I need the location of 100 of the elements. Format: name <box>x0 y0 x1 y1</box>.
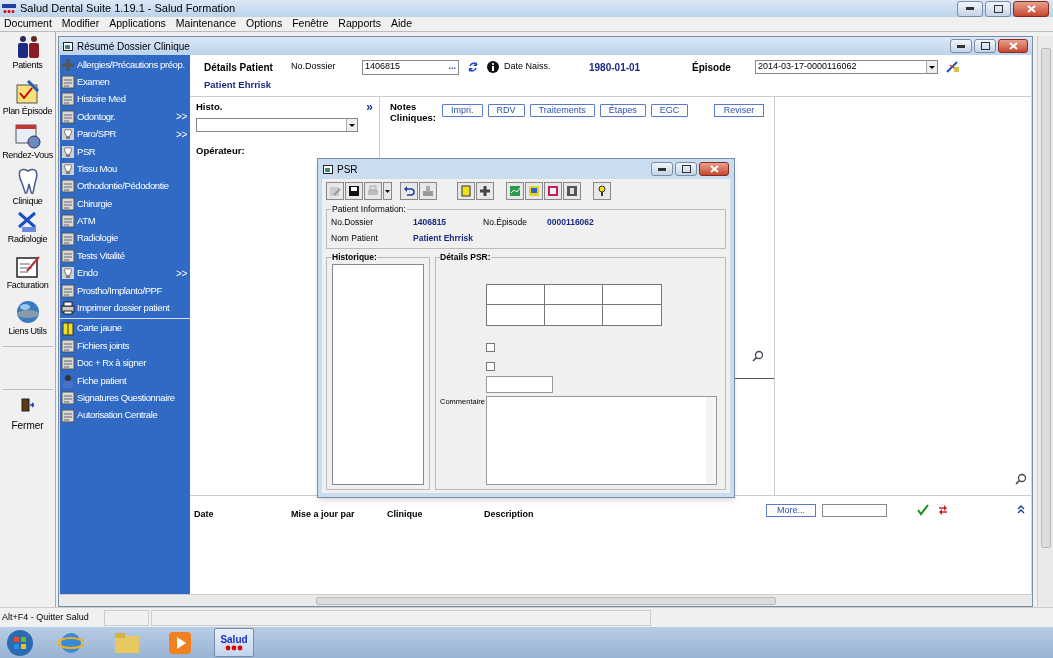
caret-icon <box>385 189 390 193</box>
checkbox[interactable] <box>486 361 495 371</box>
scan-button[interactable] <box>563 182 581 200</box>
sidebar-item[interactable]: Odontogr. >> <box>60 108 190 126</box>
input-field[interactable] <box>486 375 553 393</box>
vertical-scrollbar[interactable] <box>1037 36 1053 607</box>
birth-date-label: Date Naiss. <box>504 60 552 74</box>
close-button[interactable] <box>998 39 1028 53</box>
minimize-button[interactable] <box>950 39 972 53</box>
sidebar-item[interactable]: Tissu Mou <box>60 160 190 178</box>
sidebar-item[interactable]: ATM <box>60 212 190 230</box>
menu-item[interactable]: Options <box>245 16 283 32</box>
sidebar-item[interactable]: Radiologie <box>60 229 190 248</box>
tool-button[interactable]: Facturation <box>0 254 56 298</box>
sidebar-item[interactable]: Chirurgie <box>60 195 190 213</box>
taskbar-app-button[interactable]: Salud <box>214 628 254 657</box>
menu-item[interactable]: Applications <box>109 16 166 32</box>
sidebar-item[interactable]: Histoire Med <box>60 90 190 109</box>
sidebar-item[interactable]: Allergies/Précautions préop. <box>60 56 190 74</box>
notes-button[interactable]: RDV <box>487 104 525 117</box>
filter-field[interactable] <box>822 504 887 517</box>
menu-item[interactable]: Fenêtre <box>292 16 329 32</box>
tool-icon[interactable] <box>946 61 960 73</box>
score-field[interactable] <box>487 284 545 305</box>
score-field[interactable] <box>545 304 603 325</box>
sidebar-item[interactable]: Examen <box>60 73 190 91</box>
sidebar-item[interactable]: Doc + Rx à signer <box>60 354 190 373</box>
tool-button[interactable]: Radiologie <box>0 210 56 254</box>
more-button[interactable]: More... <box>766 504 816 517</box>
comment-field[interactable] <box>486 395 717 485</box>
revise-button[interactable]: Reviser <box>714 104 764 117</box>
report-button[interactable] <box>544 182 562 200</box>
tool-button[interactable]: Patients <box>0 34 56 78</box>
sidebar-item[interactable]: Carte jaune <box>60 319 190 338</box>
chart-button[interactable] <box>506 182 524 200</box>
image-button[interactable] <box>525 182 543 200</box>
sidebar-item[interactable]: Paro/SPR >> <box>60 125 190 143</box>
refresh-icon[interactable] <box>468 61 478 73</box>
score-field[interactable] <box>487 304 545 325</box>
menu-item[interactable]: Rapports <box>338 16 381 32</box>
print-options-button[interactable] <box>383 182 392 200</box>
sidebar-item[interactable]: Endo >> <box>60 264 190 283</box>
horizontal-scrollbar[interactable] <box>59 594 1032 606</box>
search-icon[interactable] <box>1015 473 1027 485</box>
start-icon[interactable] <box>6 628 34 657</box>
sidebar-item[interactable]: Autorisation Centrale <box>60 406 190 425</box>
close-button[interactable] <box>1013 0 1049 17</box>
episode-dropdown[interactable]: 2014-03-17-0000116062 <box>755 60 938 74</box>
info-icon[interactable] <box>487 61 499 73</box>
restore-button[interactable] <box>985 0 1011 17</box>
sidebar-item[interactable]: Tests Vitalité <box>60 247 190 265</box>
media-player-icon[interactable] <box>168 630 192 655</box>
document-icon <box>61 356 75 371</box>
search-icon[interactable] <box>752 350 764 362</box>
checkbox[interactable] <box>486 342 495 352</box>
menu-item[interactable]: Aide <box>390 16 412 32</box>
menu-item[interactable]: Modifier <box>61 16 100 32</box>
sidebar-item[interactable]: Fiche patient <box>60 372 190 390</box>
tool-button[interactable]: Rendez-Vous <box>0 122 56 166</box>
field-label: No.Épisode <box>483 215 528 229</box>
score-field[interactable] <box>603 304 661 325</box>
score-field[interactable] <box>545 284 603 305</box>
sidebar-item[interactable]: Fichiers joints <box>60 337 190 355</box>
help-button[interactable] <box>593 182 611 200</box>
group-label: Patient Information: <box>331 203 407 216</box>
close-button[interactable] <box>699 162 729 176</box>
close-tool-button[interactable]: Fermer <box>11 398 44 433</box>
sidebar-item[interactable]: Signatures Questionnaire <box>60 389 190 407</box>
sidebar-item[interactable]: Imprimer dossier patient <box>60 299 190 317</box>
restore-button[interactable] <box>974 39 996 53</box>
history-list[interactable] <box>332 263 424 485</box>
comment-scrollbar[interactable] <box>706 396 716 484</box>
notes-button[interactable]: Étapes <box>599 104 646 117</box>
undo-button[interactable] <box>400 182 418 200</box>
tool-button[interactable]: Plan Épisode <box>0 78 56 122</box>
tool-button[interactable]: Clinique <box>0 166 56 210</box>
browse-button[interactable]: ... <box>448 60 456 74</box>
minimize-button[interactable] <box>957 0 983 17</box>
expand-button[interactable]: » <box>366 101 373 114</box>
add-button[interactable] <box>476 182 494 200</box>
sidebar-item[interactable]: Prostho/Implanto/PPF <box>60 282 190 300</box>
histo-dropdown[interactable] <box>196 118 358 133</box>
notes-button[interactable]: EGC <box>650 104 689 117</box>
minimize-button[interactable] <box>651 162 673 176</box>
menu-item[interactable]: Maintenance <box>175 16 236 32</box>
sidebar-item[interactable]: Orthodontie/Pédodontie <box>60 177 190 196</box>
edit-icon <box>329 185 341 197</box>
notes-button[interactable]: Impri. <box>442 104 483 117</box>
tool-button[interactable]: Liens Utils <box>0 298 56 342</box>
dossier-field[interactable]: 1406815 ... <box>362 59 459 75</box>
collapse-icon[interactable] <box>1017 504 1025 514</box>
sidebar-item[interactable]: PSR <box>60 142 190 161</box>
check-icon[interactable] <box>917 504 929 516</box>
notes-button[interactable]: Traitements <box>529 104 595 117</box>
restore-button[interactable] <box>675 162 697 176</box>
score-field[interactable] <box>603 284 661 305</box>
save-button[interactable] <box>345 182 363 200</box>
episode-label: Épisode <box>692 60 732 75</box>
menu-item[interactable]: Document <box>4 16 52 32</box>
swap-icon[interactable] <box>938 504 948 516</box>
